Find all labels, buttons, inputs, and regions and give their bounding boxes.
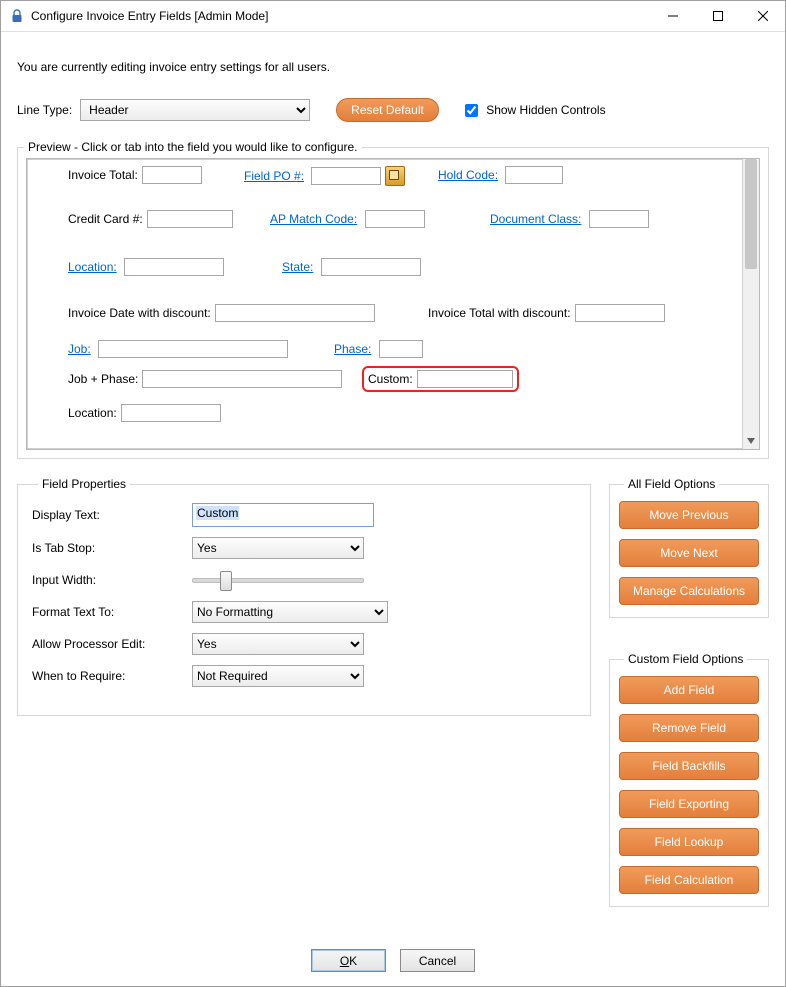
field-properties-legend: Field Properties: [38, 477, 130, 491]
custom-field-options-legend: Custom Field Options: [624, 652, 747, 666]
tab-stop-select[interactable]: Yes: [192, 537, 364, 559]
format-text-select[interactable]: No Formatting: [192, 601, 388, 623]
custom-label: Custom:: [368, 372, 413, 386]
input-width-label: Input Width:: [32, 573, 192, 587]
scroll-thumb[interactable]: [745, 159, 757, 269]
display-text-label: Display Text:: [32, 508, 192, 522]
when-require-select[interactable]: Not Required: [192, 665, 364, 687]
field-po-link[interactable]: Field PO #:: [244, 169, 304, 183]
field-lookup-button[interactable]: Field Lookup: [619, 828, 759, 856]
manage-calculations-button[interactable]: Manage Calculations: [619, 577, 759, 605]
location-link[interactable]: Location:: [68, 260, 117, 274]
app-lock-icon: [9, 8, 25, 24]
phase-input[interactable]: [379, 340, 423, 358]
reset-default-button[interactable]: Reset Default: [336, 98, 439, 122]
field-po-lookup-icon[interactable]: [385, 166, 405, 186]
inv-total-disc-label: Invoice Total with discount:: [428, 306, 571, 320]
window-title: Configure Invoice Entry Fields [Admin Mo…: [31, 9, 650, 23]
titlebar: Configure Invoice Entry Fields [Admin Mo…: [1, 1, 785, 32]
credit-card-input[interactable]: [147, 210, 233, 228]
state-link[interactable]: State:: [282, 260, 313, 274]
show-hidden-label[interactable]: Show Hidden Controls: [465, 103, 606, 117]
field-exporting-button[interactable]: Field Exporting: [619, 790, 759, 818]
dialog-window: Configure Invoice Entry Fields [Admin Mo…: [0, 0, 786, 987]
move-previous-button[interactable]: Move Previous: [619, 501, 759, 529]
minimize-button[interactable]: [650, 2, 695, 31]
custom-field-selected[interactable]: Custom:: [362, 366, 519, 392]
preview-fieldset: Preview - Click or tab into the field yo…: [17, 140, 769, 459]
field-po-input[interactable]: [311, 167, 381, 185]
preview-legend: Preview - Click or tab into the field yo…: [24, 140, 362, 154]
allow-processor-label: Allow Processor Edit:: [32, 637, 192, 651]
state-input[interactable]: [321, 258, 421, 276]
intro-text: You are currently editing invoice entry …: [17, 60, 769, 74]
job-link[interactable]: Job:: [68, 342, 91, 356]
credit-card-label: Credit Card #:: [68, 212, 143, 226]
display-text-input[interactable]: [192, 503, 374, 527]
field-calculation-button[interactable]: Field Calculation: [619, 866, 759, 894]
inv-date-disc-input[interactable]: [215, 304, 375, 322]
add-field-button[interactable]: Add Field: [619, 676, 759, 704]
maximize-button[interactable]: [695, 2, 740, 31]
show-hidden-checkbox[interactable]: [465, 104, 478, 117]
custom-field-options-fieldset: Custom Field Options Add Field Remove Fi…: [609, 652, 769, 907]
phase-link[interactable]: Phase:: [334, 342, 371, 356]
document-class-link[interactable]: Document Class:: [490, 212, 581, 226]
ap-match-input[interactable]: [365, 210, 425, 228]
job-phase-label: Job + Phase:: [68, 372, 138, 386]
tab-stop-label: Is Tab Stop:: [32, 541, 192, 555]
ok-button[interactable]: OK: [311, 949, 386, 972]
when-require-label: When to Require:: [32, 669, 192, 683]
invoice-total-label: Invoice Total:: [68, 168, 138, 182]
remove-field-button[interactable]: Remove Field: [619, 714, 759, 742]
all-field-options-legend: All Field Options: [624, 477, 719, 491]
line-type-select[interactable]: Header: [80, 99, 310, 121]
move-next-button[interactable]: Move Next: [619, 539, 759, 567]
invoice-total-input[interactable]: [142, 166, 202, 184]
field-backfills-button[interactable]: Field Backfills: [619, 752, 759, 780]
close-button[interactable]: [740, 2, 785, 31]
inv-total-disc-input[interactable]: [575, 304, 665, 322]
scroll-down-icon[interactable]: [743, 433, 759, 449]
location2-label: Location:: [68, 406, 117, 420]
job-input[interactable]: [98, 340, 288, 358]
input-width-slider[interactable]: [192, 569, 364, 591]
hold-code-link[interactable]: Hold Code:: [438, 168, 498, 182]
location2-input[interactable]: [121, 404, 221, 422]
format-text-label: Format Text To:: [32, 605, 192, 619]
allow-processor-select[interactable]: Yes: [192, 633, 364, 655]
inv-date-disc-label: Invoice Date with discount:: [68, 306, 211, 320]
custom-input[interactable]: [417, 370, 513, 388]
hold-code-input[interactable]: [505, 166, 563, 184]
field-properties-fieldset: Field Properties Display Text: Custom Is…: [17, 477, 591, 716]
cancel-button[interactable]: Cancel: [400, 949, 475, 972]
preview-scrollbar[interactable]: [743, 159, 759, 449]
job-phase-input[interactable]: [142, 370, 342, 388]
preview-canvas[interactable]: Invoice Total: Field PO #: Hold Code:: [27, 159, 743, 449]
slider-thumb[interactable]: [220, 571, 232, 591]
line-type-label: Line Type:: [17, 103, 72, 117]
location-input[interactable]: [124, 258, 224, 276]
document-class-input[interactable]: [589, 210, 649, 228]
ap-match-link[interactable]: AP Match Code:: [270, 212, 357, 226]
all-field-options-fieldset: All Field Options Move Previous Move Nex…: [609, 477, 769, 618]
